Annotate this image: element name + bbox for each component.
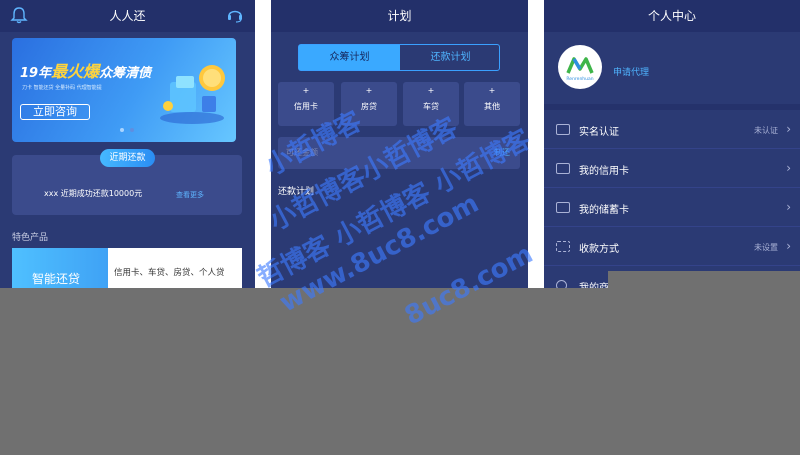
menu-label: 收款方式 <box>579 244 619 255</box>
smart-repay-card[interactable]: 智能还贷 <box>12 248 108 288</box>
plan-tabs: 众筹计划 还款计划 <box>298 44 500 71</box>
tab-crowdfund-plan[interactable]: 众筹计划 <box>299 45 400 70</box>
menu-label: 我的储蓄卡 <box>579 205 629 216</box>
section-separator <box>544 104 800 110</box>
yen-icon <box>556 241 570 252</box>
plus-icon: + <box>427 86 435 95</box>
category-label: 其他 <box>484 102 500 111</box>
carousel-dot[interactable] <box>120 128 124 132</box>
chevron-right-icon: › <box>786 122 791 136</box>
headset-icon[interactable] <box>226 6 244 24</box>
menu-debit-cards[interactable]: 我的储蓄卡 › <box>544 189 800 227</box>
category-label: 房贷 <box>361 102 377 111</box>
credit-card-icon <box>556 163 570 174</box>
amount-input[interactable]: 可还金额 <box>286 147 318 158</box>
banner-subtitle: 刀卡 智能还贷 全量补码 代理智能提 <box>22 85 102 91</box>
panel-divider <box>528 0 544 288</box>
plan-header: 计划 <box>271 0 528 32</box>
banner-title-prefix: 19年 <box>20 66 52 81</box>
id-card-icon <box>556 124 570 135</box>
coins-illustration <box>160 65 225 124</box>
consult-button[interactable]: 立即咨询 <box>20 104 90 120</box>
product-description: 信用卡、车贷、房贷、个人贷 <box>108 248 242 288</box>
category-mortgage[interactable]: + 房贷 <box>341 82 397 126</box>
recent-repayment-text: xxx 近期成功还款10000元 <box>44 189 143 198</box>
banner-title: 19年最火爆众筹清债 <box>20 58 151 82</box>
category-label: 信用卡 <box>294 102 318 111</box>
chevron-right-icon: › <box>786 200 791 214</box>
avatar[interactable]: Renrenhuan <box>558 45 602 89</box>
repay-plan-heading: 还款计划 <box>278 187 315 197</box>
apply-agent-link[interactable]: 申请代理 <box>613 65 649 78</box>
gray-backdrop <box>0 288 800 455</box>
menu-credit-cards[interactable]: 我的信用卡 › <box>544 150 800 188</box>
plus-icon: + <box>488 86 496 95</box>
home-title: 人人还 <box>109 9 146 23</box>
featured-products-title: 特色产品 <box>12 233 49 243</box>
category-car-loan[interactable]: + 车贷 <box>403 82 459 126</box>
menu-label: 我的信用卡 <box>579 166 629 177</box>
menu-status: 未设置 <box>754 243 778 252</box>
logo-icon: Renrenhuan <box>566 57 594 82</box>
menu-status: 未认证 <box>754 126 778 135</box>
category-credit-card[interactable]: + 信用卡 <box>278 82 334 126</box>
banner-title-hot: 最火爆 <box>51 62 100 81</box>
menu-payment-method[interactable]: 收款方式 未设置 › <box>544 228 800 266</box>
view-more-link[interactable]: 查看更多 <box>176 190 204 200</box>
profile-title: 个人中心 <box>647 9 696 23</box>
logo-text: Renrenhuan <box>566 76 593 82</box>
category-other[interactable]: + 其他 <box>464 82 520 126</box>
panel-divider <box>255 0 271 288</box>
promo-banner[interactable]: 19年最火爆众筹清债 刀卡 智能还贷 全量补码 代理智能提 立即咨询 <box>12 38 236 142</box>
plan-title: 计划 <box>387 9 412 23</box>
tab-repay-plan[interactable]: 还款计划 <box>400 45 501 70</box>
recent-repayment-tag: 近期还款 <box>100 149 155 167</box>
make-plan-button[interactable]: 制还 <box>494 147 510 158</box>
category-label: 车贷 <box>423 102 439 111</box>
amount-input-row[interactable]: 可还金额 制还 <box>278 137 520 169</box>
chevron-right-icon: › <box>786 239 791 253</box>
plus-icon: + <box>302 86 310 95</box>
carousel-dot[interactable] <box>130 128 134 132</box>
debit-card-icon <box>556 202 570 213</box>
menu-label: 实名认证 <box>579 127 619 138</box>
bell-icon[interactable] <box>10 6 28 24</box>
plus-icon: + <box>365 86 373 95</box>
menu-real-name-auth[interactable]: 实名认证 未认证 › <box>544 111 800 149</box>
profile-header: 个人中心 <box>544 0 800 32</box>
banner-title-suffix: 众筹清债 <box>99 66 152 81</box>
home-header: 人人还 <box>0 0 255 32</box>
chevron-right-icon: › <box>786 161 791 175</box>
overlay-block <box>608 271 800 288</box>
